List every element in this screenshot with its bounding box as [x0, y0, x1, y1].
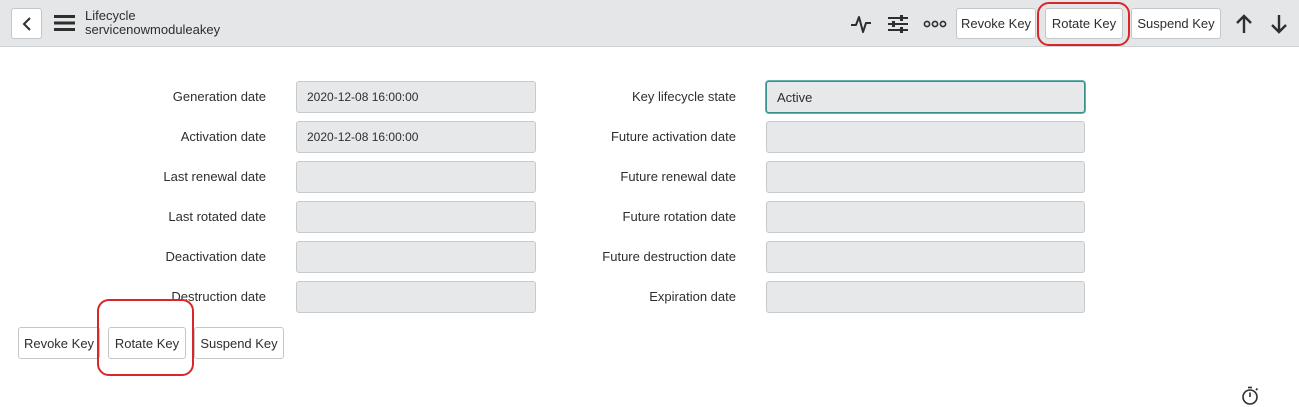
stopwatch-icon[interactable] — [1240, 386, 1260, 406]
future-rotation-date-label: Future rotation date — [622, 209, 736, 224]
footer-revoke-key-button[interactable]: Revoke Key — [18, 327, 100, 359]
destruction-date-label: Destruction date — [171, 289, 266, 304]
activation-date-field[interactable]: 2020-12-08 16:00:00 — [296, 121, 536, 153]
future-activation-date-label: Future activation date — [610, 129, 736, 144]
key-lifecycle-state-label: Key lifecycle state — [631, 89, 736, 104]
future-renewal-date-field[interactable] — [766, 161, 1085, 193]
arrow-down-icon[interactable] — [1267, 12, 1291, 36]
activation-date-label: Activation date — [180, 129, 266, 144]
record-title: Lifecycle servicenowmoduleakey — [85, 9, 220, 37]
future-destruction-date-field[interactable] — [766, 241, 1085, 273]
arrow-up-icon[interactable] — [1232, 12, 1256, 36]
header-revoke-key-button[interactable]: Revoke Key — [956, 8, 1036, 39]
future-renewal-date-label: Future renewal date — [620, 169, 736, 184]
future-rotation-date-field[interactable] — [766, 201, 1085, 233]
hamburger-menu-icon[interactable] — [54, 14, 75, 32]
future-activation-date-field[interactable] — [766, 121, 1085, 153]
last-renewal-date-label: Last renewal date — [163, 169, 266, 184]
sliders-icon[interactable] — [886, 12, 910, 36]
record-name: servicenowmoduleakey — [85, 22, 221, 37]
footer-rotate-key-button[interactable]: Rotate Key — [108, 327, 186, 359]
header-suspend-key-button[interactable]: Suspend Key — [1131, 8, 1221, 39]
last-rotated-date-field[interactable] — [296, 201, 536, 233]
deactivation-date-label: Deactivation date — [165, 249, 266, 264]
future-destruction-date-label: Future destruction date — [602, 249, 736, 264]
expiration-date-label: Expiration date — [649, 289, 736, 304]
last-rotated-date-label: Last rotated date — [168, 209, 266, 224]
header-rotate-key-button[interactable]: Rotate Key — [1045, 8, 1123, 39]
expiration-date-field[interactable] — [766, 281, 1085, 313]
destruction-date-field[interactable] — [296, 281, 536, 313]
back-button[interactable] — [11, 8, 42, 39]
last-renewal-date-field[interactable] — [296, 161, 536, 193]
deactivation-date-field[interactable] — [296, 241, 536, 273]
footer-suspend-key-button[interactable]: Suspend Key — [194, 327, 284, 359]
generation-date-field[interactable]: 2020-12-08 16:00:00 — [296, 81, 536, 113]
back-chevron-icon — [22, 16, 31, 31]
more-icon[interactable] — [922, 12, 948, 36]
key-lifecycle-state-field[interactable]: Active — [766, 81, 1085, 113]
generation-date-label: Generation date — [172, 89, 266, 104]
activity-icon[interactable] — [848, 12, 874, 36]
form-header: Lifecycle servicenowmoduleakey Revoke Ke… — [0, 0, 1299, 47]
page-title: Lifecycle — [85, 8, 136, 23]
